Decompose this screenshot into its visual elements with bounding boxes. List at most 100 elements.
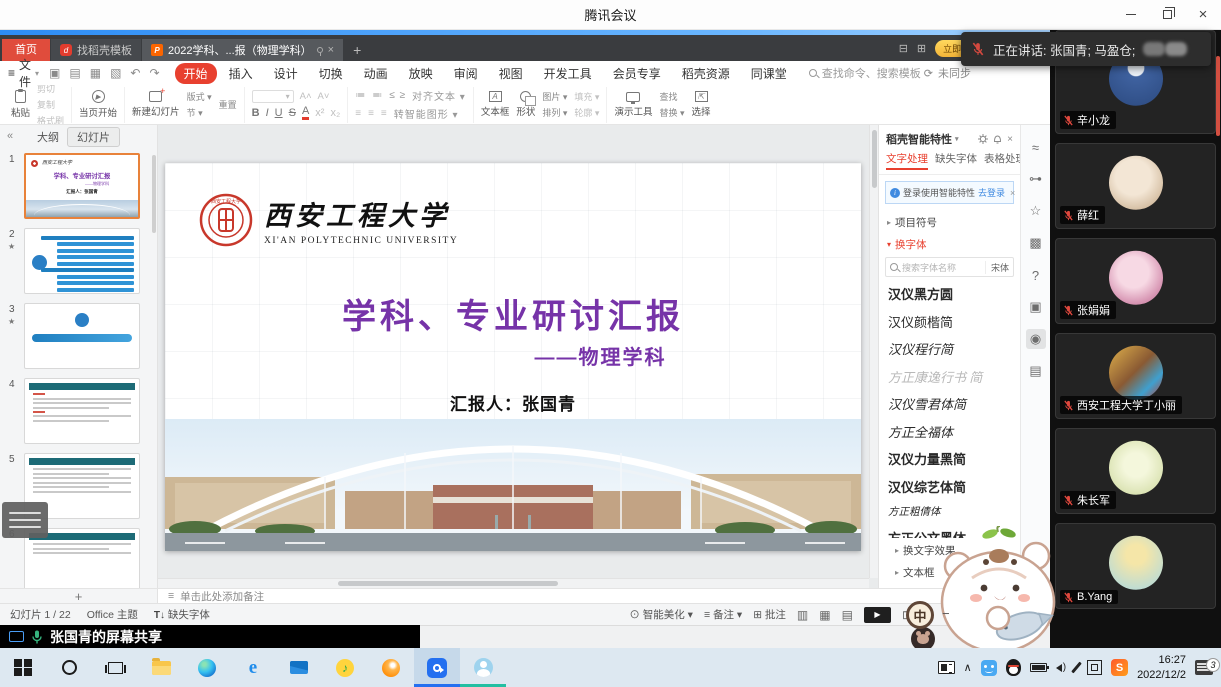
edge-button[interactable] (184, 648, 230, 687)
number-list-icon[interactable]: ≕ (372, 90, 383, 101)
font-color-button[interactable]: A (302, 106, 309, 120)
participant-tile[interactable]: 张娟娟 (1055, 238, 1216, 324)
sogou-input-icon[interactable]: S (1111, 659, 1128, 676)
font-size-combo[interactable]: ▾ (252, 90, 294, 103)
ribbon-tab-vip[interactable]: 会员专享 (604, 63, 670, 84)
section-bullets[interactable]: ▸项目符号 (879, 210, 1020, 232)
grow-font-icon[interactable]: A˄ (300, 91, 312, 102)
redo-icon[interactable]: ↷ (146, 66, 162, 80)
font-option[interactable]: 汉仪力量黑简 (888, 449, 1011, 468)
weixin-input-icon[interactable] (981, 660, 997, 676)
print-icon[interactable]: ▦ (87, 66, 104, 80)
italic-button[interactable]: I (266, 107, 269, 119)
new-tab-button[interactable]: + (353, 43, 361, 57)
ribbon-tab-classroom[interactable]: 同课堂 (742, 63, 796, 84)
section-change-font[interactable]: ▾换字体 (879, 232, 1020, 254)
ribbon-tab-slideshow[interactable]: 放映 (400, 63, 442, 84)
meeting-share-app-button[interactable] (460, 648, 506, 687)
mail-button[interactable] (276, 648, 322, 687)
picture-button[interactable]: 图片 ▾ (542, 90, 567, 103)
browser2-button[interactable] (368, 648, 414, 687)
slideshow-play-button[interactable]: ▶ (864, 607, 891, 623)
slide-thumb-2[interactable]: 2 ★ (24, 228, 145, 294)
close-button[interactable]: × (1185, 0, 1221, 29)
find-button[interactable]: 查找 (659, 90, 684, 103)
reset-button[interactable]: 重置 (219, 98, 237, 111)
smart-graphic-button[interactable]: 转智能图形 ▾ (394, 106, 459, 121)
superscript-button[interactable]: x² (315, 107, 324, 119)
cortana-button[interactable] (46, 648, 92, 687)
smart-beautify-button[interactable]: ⊙ 智能美化 ▾ (629, 607, 693, 622)
outline-button[interactable]: 轮廓 ▾ (574, 106, 599, 119)
slide-thumb-1[interactable]: 1 西安工程大学 学科、专业研讨汇报 ——物理学科 汇报人：张国青 (24, 153, 145, 219)
new-slide-button[interactable]: 新建幻灯片 (132, 91, 180, 118)
favorite-icon[interactable]: ☆ (1026, 201, 1046, 221)
font-option[interactable]: 方正康逸行书 简 (888, 367, 1011, 386)
notification-center-icon[interactable]: 3 (1195, 660, 1213, 675)
replace-button[interactable]: 替换 ▾ (659, 106, 684, 119)
hidden-icons-chevron[interactable]: ∧ (964, 661, 972, 674)
textbox-button[interactable]: A文本框 (481, 91, 510, 118)
font-option[interactable]: 方正粗倩体 (888, 504, 1011, 519)
align-right-icon[interactable]: ≡ (381, 108, 388, 119)
current-slide[interactable]: 西安工程大学 西安工程大学 XI'AN POLYTECHNIC UNIVERSI… (165, 163, 861, 551)
help-icon[interactable]: ? (1026, 265, 1046, 285)
layout-button[interactable]: 版式 ▾ (187, 90, 212, 103)
floating-tooltip[interactable] (2, 502, 48, 538)
participant-scrollbar[interactable] (1216, 56, 1220, 136)
strikethrough-button[interactable]: S (289, 107, 296, 119)
login-link[interactable]: 去登录 (978, 186, 1005, 199)
split-view-icon[interactable]: ⊟ (899, 42, 908, 55)
theme-name[interactable]: Office 主题 (87, 607, 138, 622)
copy-button[interactable]: 复制 (37, 98, 64, 111)
bullet-list-icon[interactable]: ≔ (355, 90, 366, 101)
ribbon-tab-dev[interactable]: 开发工具 (535, 63, 601, 84)
smart-highlight-icon[interactable]: ◉ (1026, 329, 1046, 349)
subscript-button[interactable]: x₂ (330, 107, 340, 119)
format-painter-button[interactable]: 格式刷 (37, 114, 64, 125)
gear-icon[interactable] (978, 134, 988, 144)
comments-button[interactable]: ⊞ 批注 (753, 607, 786, 622)
font-search-box[interactable]: 搜索字体名称 宋体 (885, 257, 1014, 277)
start-button[interactable] (0, 648, 46, 687)
task-view-button[interactable] (92, 648, 138, 687)
section-button[interactable]: 节 ▾ (187, 106, 212, 119)
pin-tab-icon[interactable] (317, 47, 323, 53)
minimize-button[interactable] (1113, 0, 1149, 29)
ribbon-tab-animation[interactable]: 动画 (355, 63, 397, 84)
ime-indicator[interactable]: 中 (906, 601, 934, 629)
thumbnail-scrollbar[interactable] (152, 155, 156, 233)
indent-icons[interactable]: ≤ ≥ (389, 90, 406, 101)
ribbon-tab-insert[interactable]: 插入 (220, 63, 262, 84)
taskbar-clock[interactable]: 16:27 2022/12/2 (1137, 653, 1186, 682)
cut-button[interactable]: 剪切 (37, 85, 64, 95)
notes-button[interactable]: ≡ 备注 ▾ (704, 607, 742, 622)
dismiss-notice-icon[interactable]: × (1010, 188, 1015, 198)
missing-font-status[interactable]: T↓ 缺失字体 (154, 607, 210, 622)
ribbon-tab-review[interactable]: 审阅 (445, 63, 487, 84)
font-option[interactable]: 汉仪颜楷简 (888, 312, 1011, 331)
presentation-tools-button[interactable]: 演示工具 (614, 92, 652, 118)
battery-icon[interactable] (1030, 663, 1047, 672)
font-option[interactable]: 汉仪综艺体简 (888, 477, 1011, 496)
sorter-view-icon[interactable]: ▦ (819, 608, 830, 622)
align-center-icon[interactable]: ≡ (368, 108, 375, 119)
slides-tab[interactable]: 幻灯片 (67, 127, 120, 147)
font-option[interactable]: 汉仪雪君体简 (888, 394, 1011, 413)
picture-tool-icon[interactable]: ▣ (1026, 297, 1046, 317)
font-category-select[interactable]: 宋体 (985, 261, 1009, 274)
bold-button[interactable]: B (252, 107, 260, 119)
layers-icon[interactable]: ▩ (1026, 233, 1046, 253)
font-option[interactable]: 汉仪黑方圆 (888, 284, 1011, 303)
qq-music-button[interactable]: ♪ (322, 648, 368, 687)
slide-thumb-4[interactable]: 4 (24, 378, 145, 444)
undo-icon[interactable]: ↶ (127, 66, 143, 80)
ribbon-tab-design[interactable]: 设计 (265, 63, 307, 84)
pen-icon[interactable] (1071, 662, 1082, 674)
close-panel-icon[interactable]: × (1007, 134, 1013, 145)
pan-tool-icon[interactable]: ≈ (1026, 137, 1046, 157)
fill-button[interactable]: 填充 ▾ (574, 90, 599, 103)
qq-icon[interactable] (1006, 659, 1021, 676)
slide-thumb-3[interactable]: 3 ★ (24, 303, 145, 369)
news-widget-icon[interactable] (938, 661, 955, 674)
